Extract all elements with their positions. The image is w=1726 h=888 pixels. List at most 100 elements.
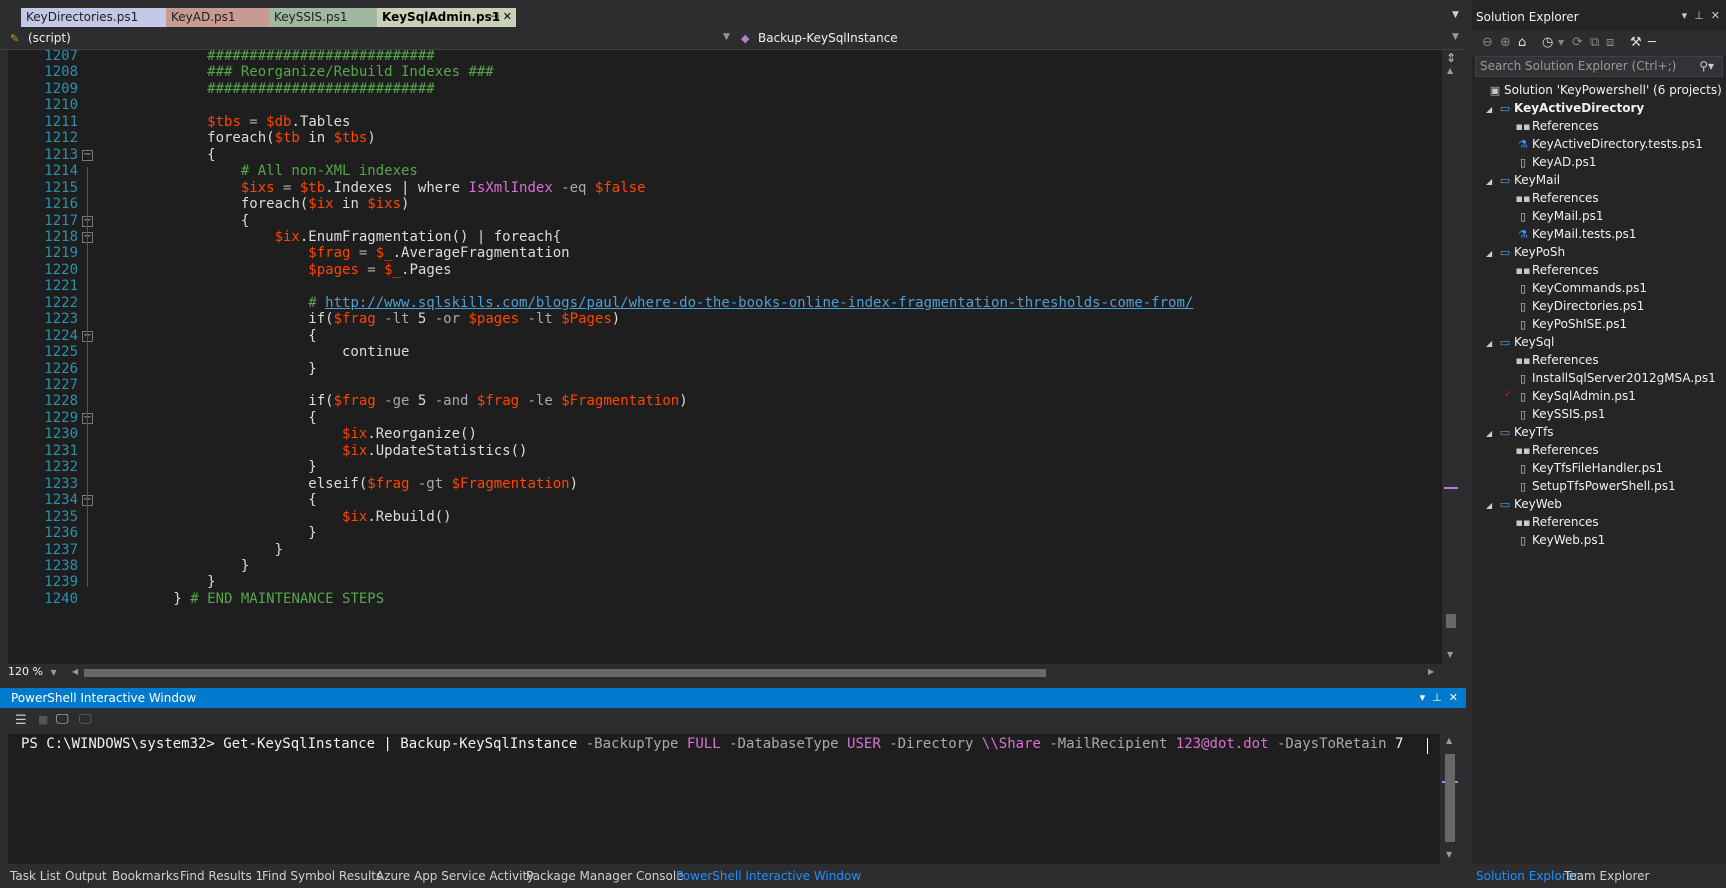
tree-item[interactable]: ▯ SetupTfsPowerShell.ps1 <box>1504 479 1676 497</box>
tab-keysqladmin[interactable]: KeySqlAdmin.ps1 ⊣ ✕ <box>377 8 516 27</box>
code-line[interactable]: ### Reorganize/Rebuild Indexes ### <box>106 63 494 81</box>
properties-icon[interactable]: ⚒ <box>1630 35 1642 50</box>
tool-tab[interactable]: Task List <box>10 869 61 883</box>
tab-overflow-dropdown-icon[interactable]: ▼ <box>1452 10 1459 20</box>
fold-toggle-icon[interactable]: − <box>82 149 93 161</box>
search-input[interactable]: Search Solution Explorer (Ctrl+;) ⚲▾ <box>1475 56 1723 77</box>
tree-item[interactable]: ▯ KeyTfsFileHandler.ps1 <box>1504 461 1663 479</box>
close-icon[interactable]: ✕ <box>1711 9 1720 22</box>
code-editor[interactable]: 1207 1208 1209 1210 1211 1212 1213−1214 1215 121… <box>8 50 1442 665</box>
tree-item[interactable]: ▯ KeyWeb.ps1 <box>1504 533 1605 551</box>
history-icon[interactable]: ◷ <box>1542 35 1553 50</box>
search-icon[interactable]: ⚲▾ <box>1699 59 1714 73</box>
tab-keyssis[interactable]: KeySSIS.ps1 <box>269 8 377 27</box>
powershell-vertical-scrollbar[interactable]: ▲ ▼ <box>1440 734 1460 864</box>
tree-item[interactable]: ◢ ▭ KeyTfs <box>1486 425 1554 443</box>
editor-vertical-scrollbar[interactable]: ⇕ ▲ ▼ <box>1442 50 1460 665</box>
code-line[interactable]: $pages = $_.Pages <box>106 261 451 279</box>
scroll-left-icon[interactable]: ◀ <box>72 667 78 676</box>
tree-item[interactable]: ◢ ▭ KeyPoSh <box>1486 245 1565 263</box>
scroll-up-icon[interactable]: ▲ <box>1447 66 1453 75</box>
tree-item[interactable]: ▪▪ References <box>1504 191 1599 209</box>
code-line[interactable]: $ix.Rebuild() <box>106 508 452 526</box>
scroll-thumb[interactable] <box>1445 754 1455 842</box>
editor-horizontal-scrollbar[interactable]: ◀ ▶ <box>0 664 1442 682</box>
code-line[interactable]: elseif($frag -gt $Fragmentation) <box>106 475 578 493</box>
tree-item[interactable]: ◢ ▭ KeyActiveDirectory <box>1486 101 1644 119</box>
tool-tab[interactable]: Package Manager Console <box>526 869 684 883</box>
scroll-up-icon[interactable]: ▲ <box>1446 736 1452 745</box>
code-line[interactable]: $ix.Reorganize() <box>106 425 477 443</box>
tree-item[interactable]: ▪▪ References <box>1504 119 1599 137</box>
expand-toggle-icon[interactable]: ◢ <box>1486 339 1496 348</box>
tree-item[interactable]: ▪▪ References <box>1504 353 1599 371</box>
tree-item[interactable]: ▯ InstallSqlServer2012gMSA.ps1 <box>1504 371 1716 389</box>
code-line[interactable]: } <box>106 524 316 542</box>
tree-item[interactable]: ▯ KeyAD.ps1 <box>1504 155 1597 173</box>
sync-icon[interactable]: ⟳ <box>1572 35 1583 50</box>
dropdown-icon[interactable]: ▾ <box>1420 691 1426 704</box>
show-all-files-icon[interactable]: ⧈ <box>1606 35 1614 50</box>
code-line[interactable]: $ixs = $tb.Indexes | where IsXmlIndex -e… <box>106 179 646 197</box>
tree-item[interactable]: ▯ KeyPoShISE.ps1 <box>1504 317 1627 335</box>
code-line[interactable]: { <box>106 409 316 427</box>
code-line[interactable]: } <box>106 360 316 378</box>
collapse-all-icon[interactable]: ⧉ <box>1590 35 1599 50</box>
remote-session-icon[interactable]: 🖵 <box>56 712 69 727</box>
scroll-down-icon[interactable]: ▼ <box>1446 850 1452 859</box>
preview-icon[interactable]: ─ <box>1648 35 1656 50</box>
back-icon[interactable]: ⊖ <box>1482 35 1493 50</box>
member-dropdown[interactable]: Backup-KeySqlInstance <box>754 31 1444 48</box>
powershell-command-line[interactable]: PS C:\WINDOWS\system32> Get-KeySqlInstan… <box>21 736 1403 752</box>
code-line[interactable]: } <box>106 458 316 476</box>
code-line[interactable]: } <box>106 541 283 559</box>
expand-toggle-icon[interactable]: ◢ <box>1486 249 1496 258</box>
tree-item[interactable]: ▪▪ References <box>1504 443 1599 461</box>
close-icon[interactable]: ✕ <box>1449 691 1458 704</box>
pin-icon[interactable]: ⊥ <box>1694 9 1704 22</box>
tree-item[interactable]: ▯ KeyCommands.ps1 <box>1504 281 1647 299</box>
code-line[interactable]: { <box>106 327 316 345</box>
dropdown-icon[interactable]: ▾ <box>1682 9 1688 22</box>
tree-item[interactable]: ▪▪ References <box>1504 515 1599 533</box>
code-line[interactable]: if($frag -lt 5 -or $pages -lt $Pages) <box>106 310 620 328</box>
code-line[interactable]: if($frag -ge 5 -and $frag -le $Fragmenta… <box>106 392 687 410</box>
horizontal-scroll-thumb[interactable] <box>84 669 1046 677</box>
tree-item[interactable]: ▯ KeyMail.ps1 <box>1504 209 1603 227</box>
code-line[interactable]: # http://www.sqlskills.com/blogs/paul/wh… <box>106 294 1193 312</box>
tree-item[interactable]: ◢ ▭ KeyWeb <box>1486 497 1562 515</box>
clear-icon[interactable]: ☰ <box>15 713 27 728</box>
tree-item[interactable]: ▣ Solution 'KeyPowershell' (6 projects) <box>1476 83 1722 101</box>
tree-item[interactable]: ◢ ▭ KeySql <box>1486 335 1554 353</box>
scope-dropdown[interactable]: (script) <box>24 31 734 48</box>
expand-toggle-icon[interactable]: ◢ <box>1486 177 1496 186</box>
expand-toggle-icon[interactable]: ◢ <box>1486 501 1496 510</box>
code-line[interactable]: } # END MAINTENANCE STEPS <box>106 590 384 608</box>
pin-icon[interactable]: ⊣ <box>490 10 500 23</box>
scroll-right-icon[interactable]: ▶ <box>1428 667 1434 676</box>
tree-item[interactable]: ▪▪ References <box>1504 263 1599 281</box>
pin-icon[interactable]: ⊥ <box>1432 691 1442 704</box>
code-line[interactable]: continue <box>106 343 409 361</box>
tool-tab[interactable]: Find Results 1 <box>180 869 263 883</box>
scroll-thumb[interactable] <box>1446 614 1456 628</box>
stop-icon[interactable]: ■ <box>38 713 48 726</box>
code-line[interactable]: } <box>106 557 249 575</box>
tree-item[interactable]: ⚗ KeyActiveDirectory.tests.ps1 <box>1504 137 1703 155</box>
tree-item[interactable]: ⚗ KeyMail.tests.ps1 <box>1504 227 1637 245</box>
expand-toggle-icon[interactable]: ◢ <box>1486 429 1496 438</box>
code-line[interactable]: { <box>106 146 215 164</box>
expand-toggle-icon[interactable]: ◢ <box>1486 105 1496 114</box>
tool-tab[interactable]: PowerShell Interactive Window <box>676 869 861 883</box>
chevron-down-icon[interactable]: ▼ <box>1558 38 1564 47</box>
tool-tab[interactable]: Bookmarks <box>112 869 179 883</box>
code-line[interactable]: $ix.UpdateStatistics() <box>106 442 527 460</box>
tree-item[interactable]: ✓ ▯ KeySqlAdmin.ps1 <box>1504 389 1636 407</box>
code-line[interactable]: { <box>106 491 316 509</box>
local-session-icon[interactable]: 🖵 <box>79 712 92 727</box>
tool-tab[interactable]: Azure App Service Activity <box>376 869 534 883</box>
code-line[interactable]: } <box>106 573 215 591</box>
code-line[interactable]: ########################### <box>106 80 435 98</box>
home-icon[interactable]: ⌂ <box>1518 35 1526 50</box>
code-line[interactable]: $tbs = $db.Tables <box>106 113 350 131</box>
